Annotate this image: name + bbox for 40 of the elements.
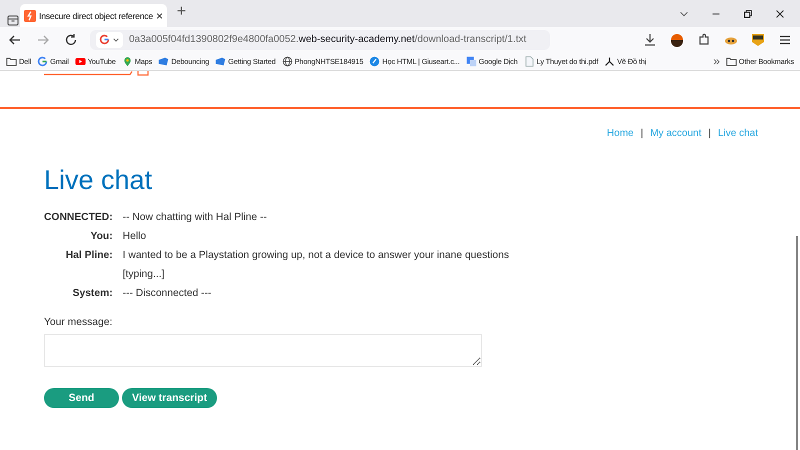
message-author: CONNECTED: <box>44 210 113 225</box>
document-icon <box>524 56 535 66</box>
browser-tab[interactable]: Insecure direct object reference × <box>20 4 167 27</box>
message-author: System: <box>72 286 113 301</box>
forward-icon <box>36 32 50 46</box>
message-author: You: <box>90 230 113 244</box>
back-icon <box>8 32 22 46</box>
tab-list-icon <box>6 13 20 27</box>
message-text: -- Now chatting with Hal Pline -- <box>122 210 268 225</box>
globe-icon <box>282 56 293 66</box>
message-text: --- Disconnected --- <box>122 286 212 301</box>
site-logo-icon <box>24 10 36 22</box>
page-title: Live chat <box>44 166 154 196</box>
close-tab-button[interactable]: × <box>156 8 163 22</box>
google-icon <box>99 34 110 45</box>
message-field[interactable] <box>44 334 482 367</box>
new-tab-button[interactable]: + <box>176 2 186 20</box>
map-pin-icon <box>122 56 133 66</box>
round-logo-icon <box>369 56 380 66</box>
close-icon <box>774 8 786 20</box>
message-text: I wanted to be a Playstation growing up, not a device to answer your inane questions <box>122 248 510 263</box>
download-icon <box>643 32 657 46</box>
separator: | <box>708 128 711 139</box>
message-author: Hal Pline: <box>64 248 113 263</box>
separator: | <box>640 128 644 139</box>
google-icon <box>37 56 48 66</box>
message-label: Your message: <box>44 316 114 328</box>
address-field[interactable]: 0a3a005f04fd1390802f9e4800fa0052.web-security-academy.net/download-transcript/1.txt <box>90 30 550 50</box>
message-text: [typing...] <box>122 268 166 282</box>
graph-icon <box>604 56 616 66</box>
puzzle-icon <box>697 32 711 46</box>
folder-icon <box>6 56 17 66</box>
folder-icon <box>726 56 737 66</box>
restore-icon <box>742 8 754 20</box>
extension-avatar-icon <box>670 32 684 46</box>
message-text: Hello <box>122 230 148 244</box>
translate-icon <box>466 56 477 66</box>
reload-icon <box>64 32 78 46</box>
play-icon <box>74 56 86 66</box>
more-bookmarks-button[interactable]: » <box>713 54 720 68</box>
